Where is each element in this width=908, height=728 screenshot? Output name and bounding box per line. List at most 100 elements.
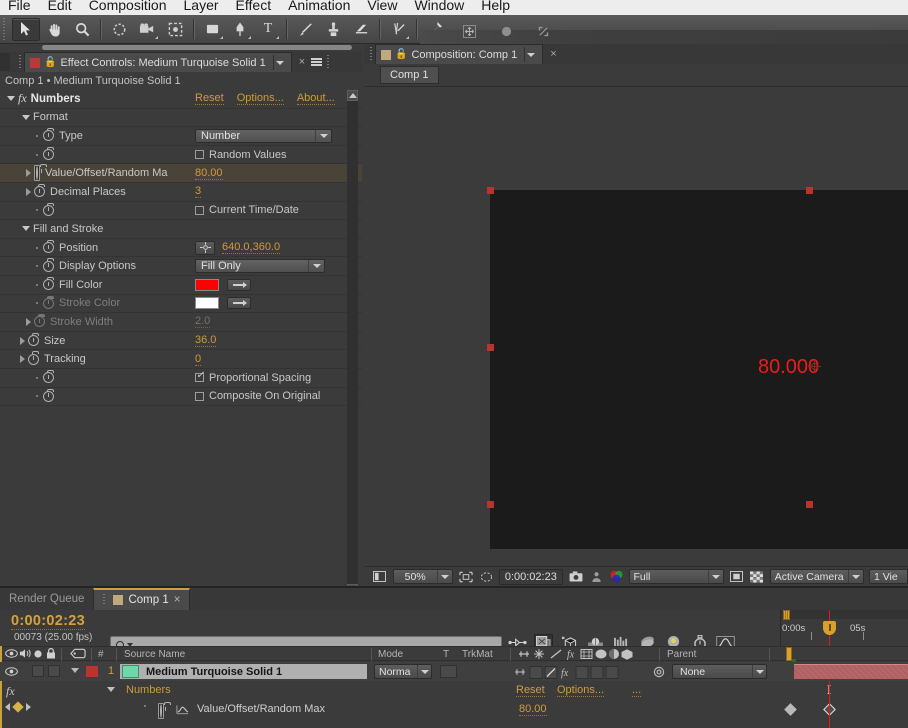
view-layout-dropdown[interactable]: 1 Vie	[869, 569, 908, 584]
property-row-value-offset[interactable]: Value/Offset/Random Ma 80.00	[0, 164, 362, 183]
selection-tool[interactable]	[12, 18, 40, 41]
stopwatch-icon[interactable]	[43, 372, 54, 383]
solo-dot-icon[interactable]	[34, 650, 42, 661]
mask-toggle-icon[interactable]	[478, 569, 494, 584]
column-header-parent[interactable]: Parent	[667, 649, 696, 660]
value-offset-value[interactable]: 80.00	[195, 167, 223, 180]
selection-handle-tr[interactable]	[806, 187, 813, 194]
expand-triangle-icon[interactable]	[26, 318, 31, 326]
property-row-size[interactable]: Size 36.0	[0, 332, 362, 351]
selection-handle-bl[interactable]	[487, 501, 494, 508]
stroke-width-value[interactable]: 2.0	[195, 315, 210, 328]
panel-menu-icon[interactable]	[311, 58, 322, 66]
tracking-value[interactable]: 0	[195, 353, 201, 366]
stopwatch-icon[interactable]	[43, 205, 54, 216]
selection-handle-tl[interactable]	[487, 187, 494, 194]
work-area-start-handle[interactable]	[783, 610, 790, 620]
scroll-up-arrow-icon[interactable]	[347, 90, 358, 101]
snapshot-icon[interactable]	[529, 20, 557, 43]
panel-grip-right[interactable]	[327, 55, 332, 69]
close-icon[interactable]: ×	[174, 594, 181, 606]
camera-view-dropdown[interactable]: Active Camera	[770, 569, 864, 584]
property-row-stroke-width[interactable]: Stroke Width 2.0	[0, 313, 362, 332]
snapshot-camera-icon[interactable]	[568, 569, 584, 584]
effect-reset-link[interactable]: Reset	[516, 684, 545, 697]
move-workspace-icon[interactable]	[455, 20, 483, 43]
panel-grip[interactable]	[103, 594, 108, 606]
effect-twirl-icon[interactable]	[7, 96, 15, 101]
table-row[interactable]: 1 Medium Turquoise Solid 1 Norma fx	[0, 662, 908, 681]
circle-icon[interactable]	[492, 20, 520, 43]
property-row-position[interactable]: Position 640.0,360.0	[0, 239, 362, 258]
tab-comp-1[interactable]: Comp 1 ×	[93, 588, 190, 610]
stroke-color-eyedropper-icon[interactable]	[227, 297, 251, 309]
property-row[interactable]: Value/Offset/Random Max 80.00	[0, 700, 908, 719]
toolbar-grip[interactable]	[2, 18, 9, 40]
layer-timeline-track[interactable]	[785, 662, 908, 681]
menu-item-animation[interactable]: Animation	[288, 0, 350, 12]
current-time-date-checkbox[interactable]	[195, 206, 204, 215]
expand-triangle-icon[interactable]	[26, 169, 31, 177]
keyframe-navigator[interactable]	[0, 703, 31, 711]
position-point-picker-icon[interactable]	[195, 241, 215, 255]
layer-twirl-icon[interactable]	[71, 668, 79, 673]
composition-viewer[interactable]: 80.000	[364, 86, 908, 566]
tab-effect-controls[interactable]: 🔓 Effect Controls: Medium Turquoise Soli…	[24, 52, 292, 72]
stopwatch-icon[interactable]	[43, 130, 54, 141]
size-value[interactable]: 36.0	[195, 334, 216, 347]
stopwatch-icon[interactable]	[28, 335, 39, 346]
stopwatch-icon[interactable]	[43, 242, 54, 253]
property-row-proportional-spacing[interactable]: Proportional Spacing	[0, 369, 362, 388]
hand-tool[interactable]	[40, 18, 68, 41]
layer-video-eye-icon[interactable]	[5, 666, 18, 680]
label-tag-icon[interactable]	[70, 648, 86, 662]
options-link[interactable]: Options...	[237, 92, 284, 105]
close-icon[interactable]: ×	[299, 56, 305, 68]
effect-twirl-icon[interactable]	[107, 687, 115, 692]
pan-behind-tool[interactable]	[161, 18, 189, 41]
expand-triangle-icon[interactable]	[26, 188, 31, 196]
fill-color-swatch[interactable]	[195, 279, 219, 291]
menu-item-help[interactable]: Help	[481, 0, 510, 12]
property-row-decimal-places[interactable]: Decimal Places 3	[0, 183, 362, 202]
parent-dropdown[interactable]: None	[672, 664, 767, 679]
previous-keyframe-icon[interactable]	[5, 703, 10, 711]
layer-trkmat-toggle[interactable]	[440, 665, 457, 678]
layer-solo-toggle[interactable]	[32, 665, 44, 677]
timeline-current-time[interactable]: 0:00:02:23	[11, 613, 85, 630]
add-keyframe-icon[interactable]	[12, 701, 23, 712]
display-options-dropdown[interactable]: Fill Only	[195, 259, 325, 273]
puppet-pin-tool[interactable]	[421, 18, 449, 41]
tab-dropdown-icon[interactable]	[524, 47, 537, 62]
layer-source-name-cell[interactable]: Medium Turquoise Solid 1	[120, 664, 367, 679]
tab-dropdown-icon[interactable]	[273, 55, 286, 70]
timeline-empty-row[interactable]	[0, 719, 908, 728]
current-time-display[interactable]: 0:00:02:23	[499, 569, 563, 585]
horizontal-scrollbar[interactable]	[42, 45, 352, 50]
menu-item-effect[interactable]: Effect	[236, 0, 272, 12]
column-header-source-name[interactable]: Source Name	[124, 649, 185, 660]
close-icon[interactable]: ×	[550, 48, 556, 60]
effect-row[interactable]: fx Numbers Reset Options... ... I	[0, 681, 908, 700]
shape-tool[interactable]	[198, 18, 226, 41]
stopwatch-icon[interactable]	[43, 298, 54, 309]
video-eye-icon[interactable]	[5, 648, 18, 662]
random-values-checkbox[interactable]	[195, 150, 204, 159]
group-format-row[interactable]: Format	[0, 109, 362, 128]
property-row-stroke-color[interactable]: Stroke Color	[0, 295, 362, 314]
property-row-tracking[interactable]: Tracking 0	[0, 350, 362, 369]
layer-blend-mode-dropdown[interactable]: Norma	[374, 664, 432, 679]
lock-icon[interactable]	[46, 648, 56, 662]
layer-switches[interactable]: fx	[514, 666, 654, 682]
pen-tool[interactable]	[226, 18, 254, 41]
stopwatch-active-box[interactable]	[158, 703, 164, 719]
column-header-trkmat[interactable]: TrkMat	[462, 649, 493, 660]
stopwatch-icon[interactable]	[43, 279, 54, 290]
lock-icon[interactable]: 🔓	[44, 58, 56, 68]
property-row-type[interactable]: Type Number	[0, 127, 362, 146]
menu-item-view[interactable]: View	[367, 0, 397, 12]
region-of-interest-toggle-icon[interactable]	[729, 569, 745, 584]
tab-render-queue[interactable]: Render Queue	[0, 588, 93, 610]
keyframe-marker[interactable]	[784, 703, 797, 716]
composite-on-original-checkbox[interactable]	[195, 392, 204, 401]
